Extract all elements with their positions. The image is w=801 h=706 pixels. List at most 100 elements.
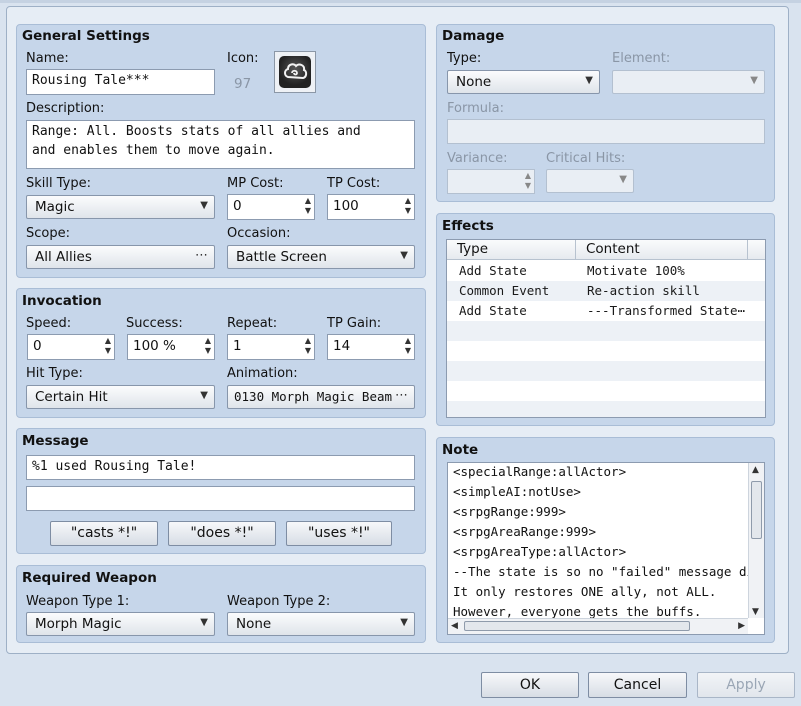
weapon-type-1-value: Morph Magic (35, 616, 122, 632)
description-textarea[interactable]: Range: All. Boosts stats of all allies a… (26, 120, 415, 169)
scroll-up-icon[interactable]: ▲ (752, 465, 759, 475)
weapon-type-1-label: Weapon Type 1: (26, 594, 130, 609)
note-line: --The state is so no "failed" message di… (453, 564, 765, 579)
effect-content: Re-action skill (587, 283, 700, 298)
empty-row[interactable] (447, 341, 765, 361)
effect-type: Add State (459, 303, 527, 318)
animation-value: 0130 Morph Magic Beam (234, 389, 393, 404)
element-label: Element: (612, 51, 671, 66)
scroll-down-icon[interactable]: ▼ (752, 607, 759, 617)
ellipsis-icon: ⋯ (395, 388, 408, 403)
dropdown-arrow-icon: ▼ (750, 75, 758, 86)
damage-type-value: None (456, 74, 492, 90)
ellipsis-icon: ⋯ (195, 248, 208, 263)
scroll-thumb[interactable] (751, 481, 762, 539)
scroll-right-icon[interactable]: ▶ (738, 621, 745, 631)
effect-row[interactable]: Add State ---Transformed State⋯ (447, 301, 765, 321)
damage-type-select[interactable]: None ▼ (447, 70, 600, 94)
invocation-title: Invocation (22, 293, 102, 309)
note-horizontal-scrollbar[interactable]: ◀ ▶ (448, 618, 748, 634)
dropdown-arrow-icon: ▼ (400, 250, 408, 261)
effects-col-type[interactable]: Type (447, 240, 576, 260)
occasion-select[interactable]: Battle Screen ▼ (227, 245, 415, 269)
spinner-arrows-icon[interactable]: ▲ ▼ (305, 196, 311, 216)
empty-row[interactable] (447, 401, 765, 417)
spinner-arrows-icon[interactable]: ▲ ▼ (205, 336, 211, 356)
scroll-left-icon[interactable]: ◀ (451, 621, 458, 631)
name-input[interactable]: Rousing Tale*** (26, 69, 215, 95)
swirl-cloud-icon (279, 56, 311, 88)
effects-col-content[interactable]: Content (576, 240, 748, 260)
spinner-arrows-icon[interactable]: ▲ ▼ (105, 336, 111, 356)
occasion-value: Battle Screen (236, 249, 327, 265)
element-select[interactable]: ▼ (612, 70, 765, 94)
skill-type-select[interactable]: Magic ▼ (26, 195, 215, 219)
message-line-1-input[interactable]: %1 used Rousing Tale! (26, 455, 415, 480)
name-label: Name: (26, 51, 69, 66)
speed-label: Speed: (26, 316, 72, 331)
effects-col-extra (748, 240, 765, 260)
spinner-arrows-icon[interactable]: ▲ ▼ (405, 336, 411, 356)
note-textarea[interactable]: <specialRange:allActor> <simpleAI:notUse… (447, 462, 765, 635)
empty-row[interactable] (447, 381, 765, 401)
variance-spinner[interactable]: ▲ ▼ (447, 169, 535, 194)
note-line: <srpgRange:999> (453, 504, 566, 519)
effect-type: Add State (459, 263, 527, 278)
scope-select[interactable]: All Allies ⋯ (26, 245, 215, 269)
effect-content: ---Transformed State⋯ (587, 303, 746, 318)
damage-type-label: Type: (447, 51, 482, 66)
critical-hits-label: Critical Hits: (546, 151, 626, 166)
spinner-arrows-icon[interactable]: ▲ ▼ (405, 196, 411, 216)
icon-index: 97 (234, 76, 252, 92)
mp-cost-value: 0 (233, 198, 242, 214)
dropdown-arrow-icon: ▼ (200, 390, 208, 401)
repeat-spinner[interactable]: 1 ▲ ▼ (227, 334, 315, 360)
scope-value: All Allies (35, 249, 92, 265)
tp-cost-value: 100 (333, 198, 359, 214)
does-button[interactable]: "does *!" (168, 521, 276, 546)
dropdown-arrow-icon: ▼ (619, 174, 627, 185)
hit-type-select[interactable]: Certain Hit ▼ (26, 385, 215, 409)
tp-gain-spinner[interactable]: 14 ▲ ▼ (327, 334, 415, 360)
description-line-2: and enables them to move again. (32, 143, 275, 158)
note-line: <srpgAreaRange:999> (453, 524, 596, 539)
message-title: Message (22, 433, 89, 449)
message-line-2-input[interactable] (26, 486, 415, 511)
success-spinner[interactable]: 100 % ▲ ▼ (127, 334, 215, 360)
empty-row[interactable] (447, 361, 765, 381)
animation-label: Animation: (227, 366, 298, 381)
formula-input[interactable] (447, 119, 765, 144)
spinner-arrows-icon[interactable]: ▲ ▼ (305, 336, 311, 356)
note-line: <simpleAI:notUse> (453, 484, 581, 499)
tp-cost-spinner[interactable]: 100 ▲ ▼ (327, 194, 415, 220)
speed-spinner[interactable]: 0 ▲ ▼ (27, 334, 115, 360)
cancel-button[interactable]: Cancel (588, 672, 687, 698)
tp-gain-label: TP Gain: (327, 316, 382, 331)
effects-list[interactable]: Type Content Add State Motivate 100% Com… (446, 239, 766, 418)
tp-gain-value: 14 (333, 338, 351, 354)
weapon-type-2-select[interactable]: None ▼ (227, 612, 415, 636)
variance-label: Variance: (447, 151, 508, 166)
dropdown-arrow-icon: ▼ (585, 75, 593, 86)
note-line: <srpgAreaType:allActor> (453, 544, 627, 559)
scroll-thumb[interactable] (464, 621, 690, 631)
weapon-type-1-select[interactable]: Morph Magic ▼ (26, 612, 215, 636)
effect-row[interactable]: Common Event Re-action skill (447, 281, 765, 301)
hit-type-value: Certain Hit (35, 389, 108, 405)
effect-row[interactable]: Add State Motivate 100% (447, 261, 765, 281)
animation-select[interactable]: 0130 Morph Magic Beam ⋯ (227, 385, 415, 409)
skill-icon-picker[interactable] (274, 51, 316, 93)
apply-button[interactable]: Apply (697, 672, 795, 698)
empty-row[interactable] (447, 321, 765, 341)
dropdown-arrow-icon: ▼ (200, 617, 208, 628)
uses-button[interactable]: "uses *!" (286, 521, 392, 546)
spinner-arrows-icon[interactable]: ▲ ▼ (525, 171, 531, 191)
casts-button[interactable]: "casts *!" (50, 521, 158, 546)
mp-cost-spinner[interactable]: 0 ▲ ▼ (227, 194, 315, 220)
note-line: <specialRange:allActor> (453, 464, 627, 479)
note-vertical-scrollbar[interactable]: ▲ ▼ (748, 463, 764, 618)
critical-hits-select[interactable]: ▼ (546, 169, 634, 193)
repeat-label: Repeat: (227, 316, 278, 331)
dropdown-arrow-icon: ▼ (400, 617, 408, 628)
ok-button[interactable]: OK (481, 672, 579, 698)
